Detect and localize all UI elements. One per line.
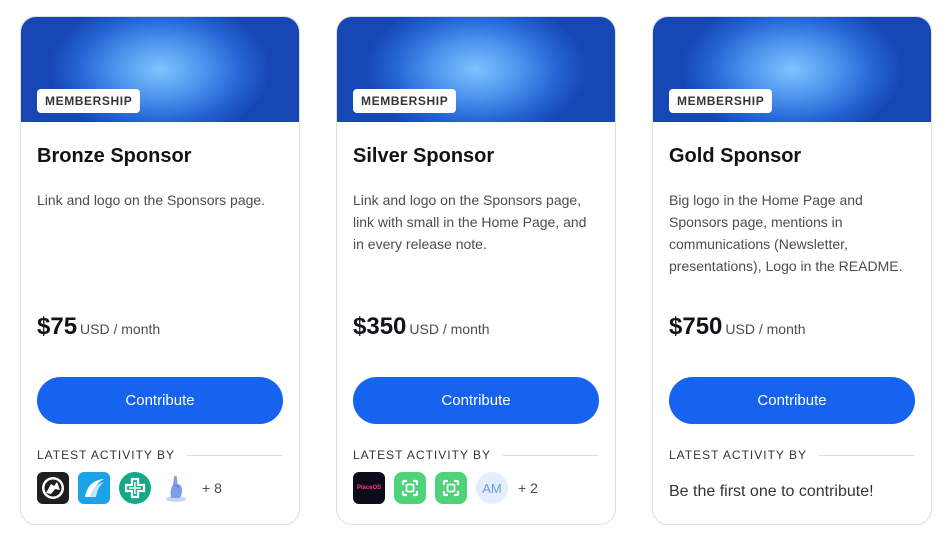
more-count[interactable]: + 8 (202, 480, 222, 496)
empty-activity-text: Be the first one to contribute! (669, 483, 874, 500)
price-period: USD / month (409, 321, 490, 337)
tier-card-bronze: MEMBERSHIP Bronze Sponsor Link and logo … (20, 16, 300, 525)
tier-price: $75 USD / month (37, 313, 160, 341)
contributor-avatars: PlaceOS AM + 2 (353, 472, 538, 504)
price-period: USD / month (80, 321, 161, 337)
price-amount: $750 (669, 313, 723, 340)
avatar-initials: AM (482, 480, 502, 496)
divider (187, 454, 283, 456)
membership-badge: MEMBERSHIP (37, 89, 141, 113)
membership-badge: MEMBERSHIP (353, 89, 457, 113)
tier-description: Big logo in the Home Page and Sponsors p… (669, 192, 903, 274)
wolf-logo-avatar[interactable] (37, 472, 69, 504)
tier-title: Gold Sponsor (669, 145, 802, 167)
placeos-logo-text: PlaceOS (356, 485, 382, 491)
tier-description: Link and logo on the Sponsors page. (37, 192, 266, 208)
tier-card-silver: MEMBERSHIP Silver Sponsor Link and logo … (336, 16, 616, 525)
placeos-avatar[interactable]: PlaceOS (353, 472, 385, 504)
wave-logo-avatar[interactable] (78, 472, 110, 504)
contribute-button[interactable]: Contribute (353, 377, 599, 424)
green-frame-avatar[interactable] (435, 472, 467, 504)
tier-banner: MEMBERSHIP (653, 17, 931, 122)
activity-header: LATEST ACTIVITY BY (37, 448, 283, 462)
green-frame-avatar[interactable] (394, 472, 426, 504)
tier-card-gold: MEMBERSHIP Gold Sponsor Big logo in the … (652, 16, 932, 525)
activity-label: LATEST ACTIVITY BY (37, 448, 176, 462)
divider (503, 454, 599, 456)
contributor-avatars: + 8 (37, 472, 222, 504)
price-amount: $350 (353, 313, 407, 340)
sponsor-tiers: MEMBERSHIP Bronze Sponsor Link and logo … (0, 0, 952, 540)
more-count[interactable]: + 2 (518, 480, 538, 496)
price-amount: $75 (37, 313, 78, 340)
tier-banner: MEMBERSHIP (21, 17, 299, 122)
tier-price: $350 USD / month (353, 313, 490, 341)
hand-avatar[interactable] (160, 472, 192, 504)
contribute-button[interactable]: Contribute (37, 377, 283, 424)
cross-logo-avatar[interactable] (119, 472, 151, 504)
divider (819, 454, 915, 456)
activity-header: LATEST ACTIVITY BY (353, 448, 599, 462)
tier-title: Bronze Sponsor (37, 145, 192, 167)
contribute-button[interactable]: Contribute (669, 377, 915, 424)
activity-label: LATEST ACTIVITY BY (669, 448, 808, 462)
activity-label: LATEST ACTIVITY BY (353, 448, 492, 462)
price-period: USD / month (725, 321, 806, 337)
am-initials-avatar[interactable]: AM (476, 472, 508, 504)
activity-header: LATEST ACTIVITY BY (669, 448, 915, 462)
tier-description: Link and logo on the Sponsors page, link… (353, 192, 587, 252)
membership-badge: MEMBERSHIP (669, 89, 773, 113)
tier-banner: MEMBERSHIP (337, 17, 615, 122)
tier-price: $750 USD / month (669, 313, 806, 341)
tier-title: Silver Sponsor (353, 145, 495, 167)
